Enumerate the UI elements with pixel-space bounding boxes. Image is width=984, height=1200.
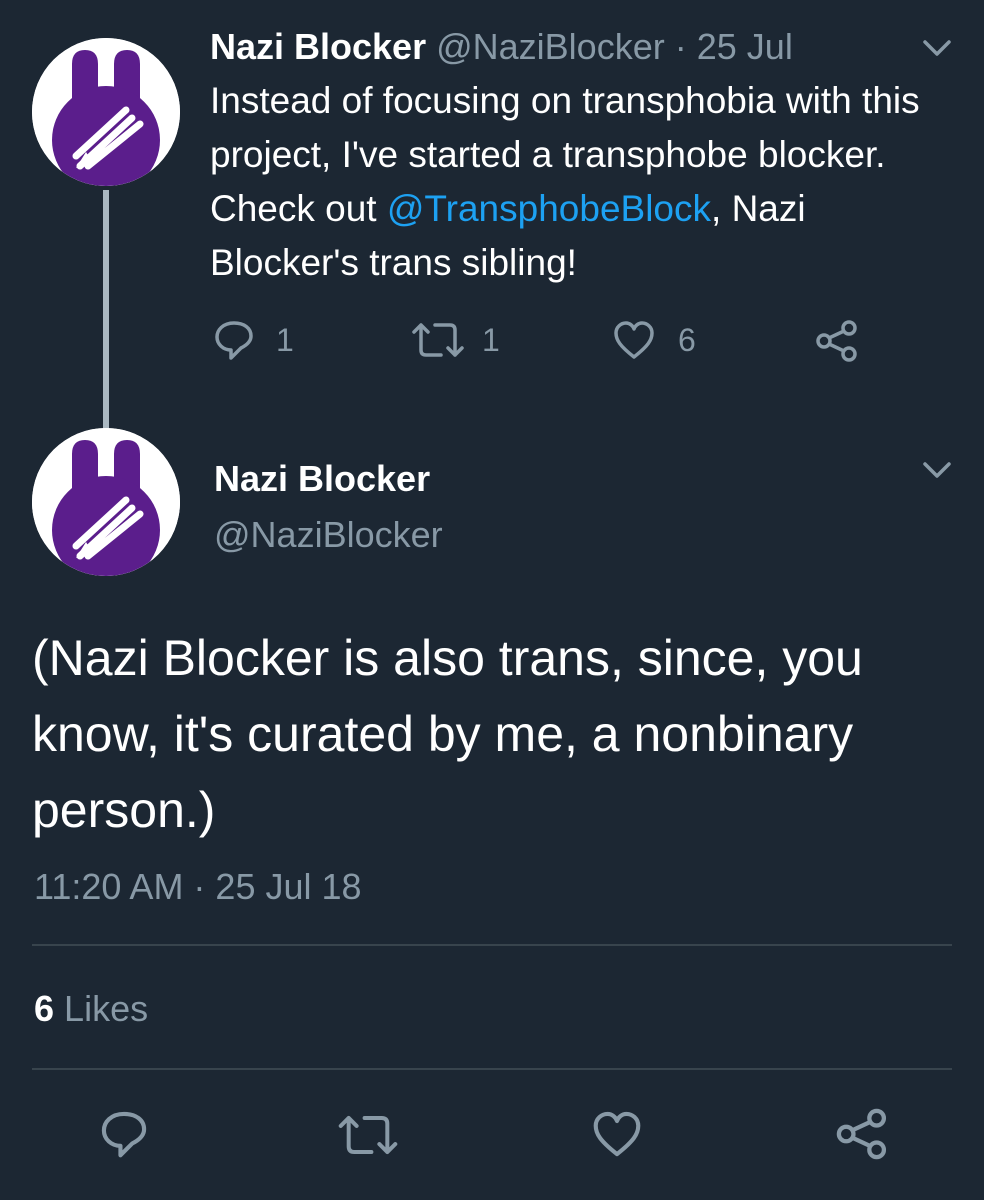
- share-button[interactable]: [834, 1106, 890, 1167]
- nazi-blocker-logo-icon: [32, 428, 180, 576]
- more-options-button[interactable]: [922, 460, 952, 485]
- divider: [32, 944, 952, 946]
- display-name[interactable]: Nazi Blocker: [214, 458, 430, 500]
- retweet-icon: [412, 323, 464, 357]
- retweet-button[interactable]: [336, 1110, 400, 1165]
- like-button[interactable]: 6: [612, 318, 696, 362]
- share-icon: [836, 1108, 887, 1160]
- chevron-down-icon: [923, 40, 951, 56]
- likes-count: 6: [34, 988, 55, 1029]
- mention-link[interactable]: @TransphobeBlock: [387, 188, 711, 229]
- nazi-blocker-logo-icon: [32, 38, 180, 186]
- likes-label: Likes: [64, 988, 149, 1029]
- reply-count: 1: [276, 321, 294, 358]
- retweet-count: 1: [482, 321, 500, 358]
- share-button[interactable]: [814, 318, 860, 364]
- like-count: 6: [678, 321, 696, 358]
- reply-icon: [215, 321, 253, 360]
- heart-icon: [593, 1111, 641, 1157]
- avatar[interactable]: [32, 428, 180, 576]
- more-options-button[interactable]: [922, 38, 952, 63]
- thread-connector-line: [103, 190, 109, 430]
- reply-button[interactable]: [98, 1108, 150, 1165]
- parent-tweet-header: Nazi Blocker @NaziBlocker · 25 Jul: [210, 26, 793, 68]
- parent-tweet-text: Instead of focusing on transphobia with …: [210, 74, 960, 290]
- main-tweet-text: (Nazi Blocker is also trans, since, you …: [32, 630, 863, 838]
- chevron-down-icon: [923, 462, 951, 478]
- handle[interactable]: @NaziBlocker: [214, 514, 443, 556]
- share-icon: [816, 320, 857, 362]
- retweet-icon: [338, 1115, 398, 1155]
- like-button[interactable]: [590, 1108, 644, 1165]
- tweet-date[interactable]: 25 Jul: [697, 26, 793, 67]
- display-name[interactable]: Nazi Blocker: [210, 26, 426, 67]
- avatar[interactable]: [32, 38, 180, 186]
- reply-icon: [101, 1111, 147, 1158]
- retweet-button[interactable]: 1: [410, 318, 500, 362]
- likes-stat[interactable]: 6 Likes: [34, 988, 148, 1030]
- reply-button[interactable]: 1: [212, 318, 294, 362]
- heart-icon: [614, 321, 654, 359]
- handle[interactable]: @NaziBlocker: [436, 26, 665, 67]
- tweet-timestamp: 11:20 AM · 25 Jul 18: [34, 866, 362, 907]
- separator: ·: [674, 26, 687, 67]
- divider: [32, 1068, 952, 1070]
